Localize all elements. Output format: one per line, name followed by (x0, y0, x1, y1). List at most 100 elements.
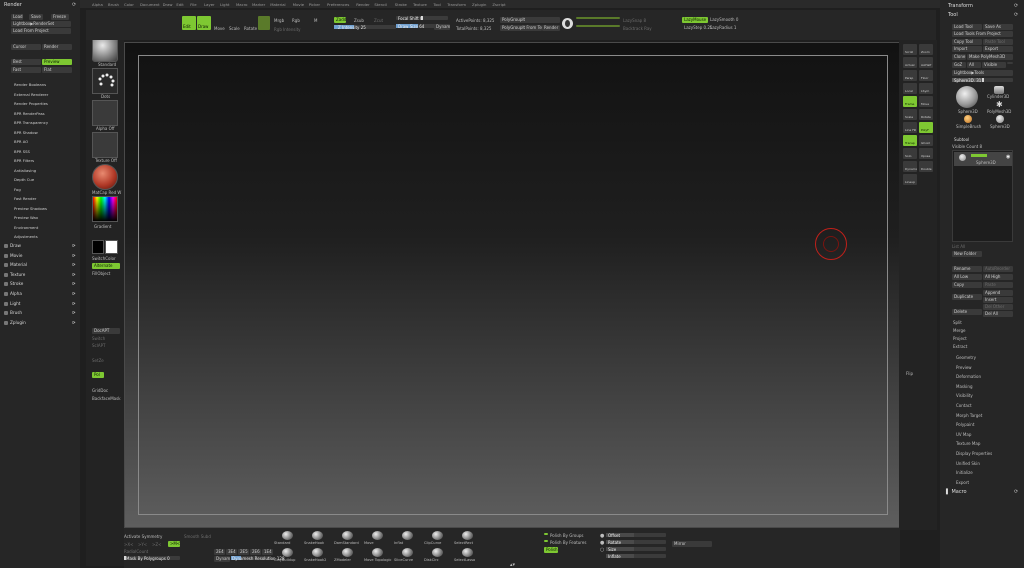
palette-material[interactable]: Material ⟳ (4, 262, 76, 268)
make-polymesh3d-button[interactable]: Make PolyMesh3D (967, 54, 1013, 60)
render-item-fast-render[interactable]: Fast Render (14, 196, 36, 201)
palette-stroke[interactable]: Stroke ⟳ (4, 281, 76, 287)
view-tool-floor[interactable]: Floor (919, 70, 933, 81)
tool-section-polypaint[interactable]: Polypaint (956, 422, 974, 427)
load-from-project-button[interactable]: Load From Project (11, 28, 71, 34)
m-button[interactable]: M (314, 18, 317, 23)
texture-thumb[interactable] (92, 132, 118, 158)
brush-snakehook2[interactable]: SnakeHook2 (304, 548, 332, 564)
palette-refresh-icon[interactable]: ⟳ (72, 272, 76, 277)
tool-section-initialize[interactable]: Initialize (956, 470, 973, 475)
copy-tool-button[interactable]: Copy Tool (952, 39, 982, 45)
render-item-bpr-ao[interactable]: BPR AO (14, 139, 28, 144)
best-button[interactable]: Best (11, 59, 41, 65)
rgb-intensity-label[interactable]: Rgb Intensity (274, 27, 301, 32)
color-picker[interactable] (92, 196, 118, 222)
rotate-label[interactable]: Rotate (244, 26, 257, 31)
backface-mask-label[interactable]: BackfaceMask (92, 396, 121, 401)
alternate-button[interactable]: Alternate (92, 263, 120, 269)
smooth-subd-label[interactable]: Smooth Subd (184, 534, 211, 539)
view-tool-transp[interactable]: Transp (903, 135, 917, 146)
brush-claybuildup[interactable]: ClayBuildup (274, 548, 302, 564)
brush-move-topologic[interactable]: Move Topologic (364, 548, 392, 564)
menu-item-light[interactable]: Light (220, 2, 229, 7)
sym-m-button[interactable]: >M< (168, 541, 180, 547)
flip-label[interactable]: Flip (906, 371, 913, 376)
zcut-button[interactable]: Zcut (374, 18, 383, 23)
tool-section-unified-skin[interactable]: Unified Skin (956, 461, 980, 466)
del-other-button[interactable]: Del Other (983, 304, 1013, 310)
cylinder3d-thumb[interactable] (994, 86, 1004, 94)
render-item-bpr-shadow[interactable]: BPR Shadow (14, 130, 38, 135)
menu-item-material[interactable]: Material (270, 2, 285, 7)
r-button[interactable] (1007, 62, 1013, 64)
subtool-row-active[interactable]: Sphere3D ◉ (954, 152, 1012, 166)
save-button[interactable]: Save (29, 14, 43, 20)
view-tool-lineup[interactable]: Lineup (903, 174, 917, 185)
tool-section-morph-target[interactable]: Morph Target (956, 413, 982, 418)
brush-zmodeler[interactable]: ZModeler (334, 548, 362, 564)
sphere3d-small-thumb[interactable] (996, 115, 1004, 123)
secondary-color-swatch[interactable] (105, 240, 118, 254)
switch-color-label[interactable]: SwitchColor (92, 256, 116, 261)
menu-item-document[interactable]: Document (140, 2, 160, 7)
view-tool-line-fill[interactable]: Line Fill (903, 122, 917, 133)
polish-groups-toggle[interactable] (544, 533, 548, 535)
menu-item-edit[interactable]: Edit (176, 2, 183, 7)
view-tool-scale[interactable]: Scale (903, 109, 917, 120)
move-label[interactable]: Move (214, 26, 225, 31)
alpha-thumb[interactable] (92, 100, 118, 126)
split-label[interactable]: Split (953, 320, 962, 325)
tool-section-texture-map[interactable]: Texture Map (956, 441, 980, 446)
standard-brush-icon[interactable] (258, 16, 270, 30)
activate-symmetry-label[interactable]: Activate Symmetry (124, 534, 162, 539)
menu-item-transform[interactable]: Transform (447, 2, 466, 7)
merge-label[interactable]: Merge (953, 328, 966, 333)
mirror-button[interactable]: Mirror (672, 541, 712, 547)
dynamesh-button[interactable]: Dynamesh (214, 556, 230, 562)
palette-refresh-icon[interactable]: ⟳ (72, 243, 76, 248)
paste-tool-button[interactable]: Paste Tool (983, 39, 1013, 45)
render-button[interactable]: Render (42, 44, 72, 50)
radial-count-label[interactable]: RadialCount (124, 549, 148, 554)
view-tool-lsym[interactable]: LSym (919, 83, 933, 94)
view-tool-local[interactable]: Local (903, 83, 917, 94)
render-item-external-renderer[interactable]: External Renderer (14, 92, 48, 97)
extract-label[interactable]: Extract (953, 344, 967, 349)
palette-refresh-icon[interactable]: ⟳ (72, 253, 76, 258)
zadd-button[interactable]: Zadd (334, 17, 346, 23)
subtool-title[interactable]: Subtool (954, 137, 969, 142)
rgb-button[interactable]: Rgb (292, 18, 300, 23)
clone-button[interactable]: Clone (952, 54, 966, 60)
menu-item-zscript[interactable]: Zscript (492, 2, 505, 7)
view-tool-actual[interactable]: Actual (903, 57, 917, 68)
render-item-adjustments[interactable]: Adjustments (14, 234, 38, 239)
pol-button[interactable]: Pol (92, 372, 104, 378)
zsub-button[interactable]: Zsub (354, 18, 364, 23)
polish-features-toggle[interactable] (544, 540, 548, 542)
menu-item-macro[interactable]: Macro (236, 2, 248, 7)
palette-brush[interactable]: Brush ⟳ (4, 310, 76, 316)
rename-button[interactable]: Rename (952, 266, 982, 272)
transform-palette-title[interactable]: Transform (948, 3, 973, 9)
all-button[interactable]: All (967, 62, 981, 68)
tool-section-masking[interactable]: Masking (956, 384, 973, 389)
insert-button[interactable]: Insert (983, 297, 1013, 303)
render-item-bpr-filters[interactable]: BPR Filters (14, 158, 34, 163)
palette-refresh-icon[interactable]: ⟳ (72, 262, 76, 267)
palette-refresh-icon[interactable]: ⟳ (72, 291, 76, 296)
lightbox-bar[interactable] (576, 17, 620, 19)
menu-item-render[interactable]: Render (356, 2, 370, 7)
brush-inflat[interactable]: Inflat (394, 531, 422, 547)
menu-item-file[interactable]: File (190, 2, 196, 7)
palette-zplugin[interactable]: Zplugin ⟳ (4, 320, 76, 325)
goz-button[interactable]: GoZ (952, 62, 966, 68)
menu-item-brush[interactable]: Brush (108, 2, 119, 7)
lightbox-tools-button[interactable]: Lightbox▶Tools (952, 70, 1013, 76)
render-item-render-properties[interactable]: Render Properties (14, 101, 48, 106)
lazyradius-label[interactable]: LazyRadius 1 (710, 25, 736, 30)
cursor-button[interactable]: Cursor (11, 44, 41, 50)
all-low-button[interactable]: All Low (952, 274, 982, 280)
copy-button[interactable]: Copy (952, 282, 982, 288)
autoreorder-button[interactable]: AutoReorder (983, 266, 1013, 272)
